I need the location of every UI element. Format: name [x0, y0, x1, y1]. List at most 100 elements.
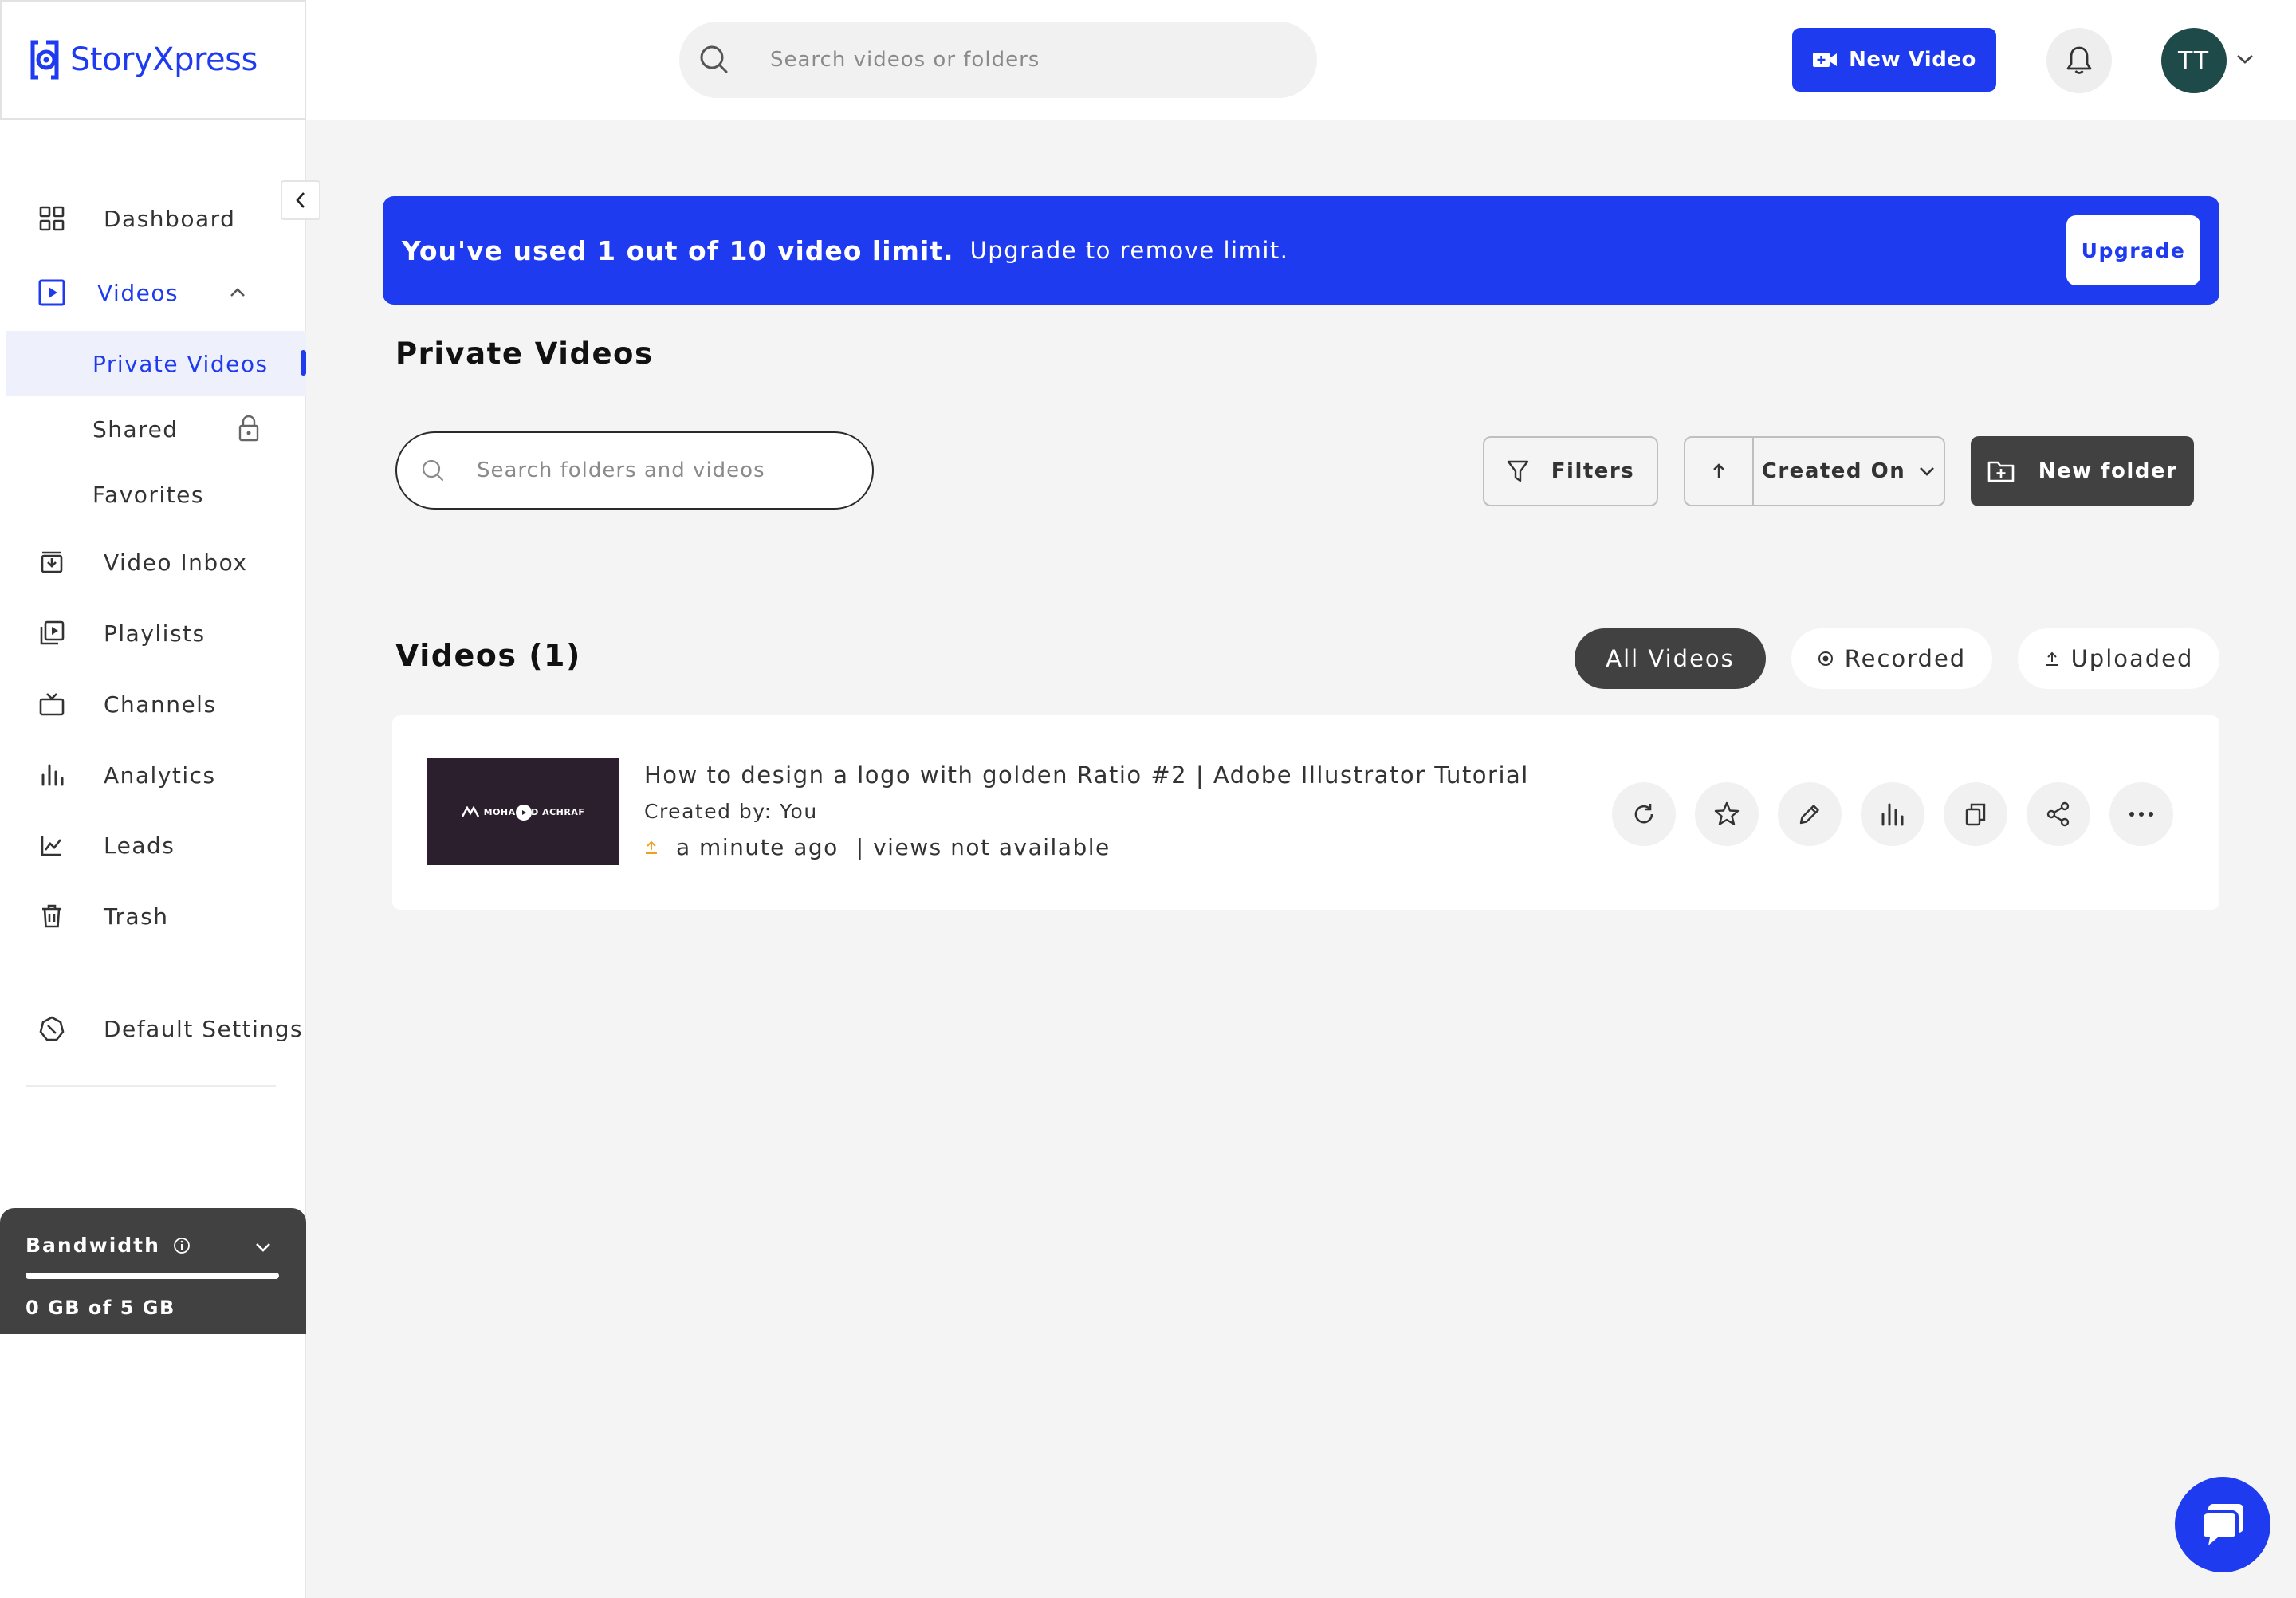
new-folder-button[interactable]: New folder	[1971, 436, 2194, 506]
video-meta: a minute ago | views not available	[644, 834, 1111, 860]
playlist-icon	[38, 620, 65, 647]
filters-button[interactable]: Filters	[1483, 436, 1658, 506]
new-video-button[interactable]: New Video	[1792, 28, 1996, 92]
star-icon	[1714, 801, 1740, 825]
sort-control: Created On	[1684, 436, 1945, 506]
share-icon	[2046, 801, 2070, 827]
bandwidth-title: Bandwidth	[26, 1234, 160, 1257]
duplicate-button[interactable]	[1944, 782, 2007, 846]
play-icon[interactable]	[516, 805, 532, 821]
analytics-bars-icon	[1881, 803, 1904, 826]
sort-direction-button[interactable]	[1685, 438, 1754, 505]
chevron-up-icon[interactable]	[228, 286, 247, 299]
storyxpress-logo-icon	[30, 40, 59, 80]
tab-label: All Videos	[1606, 645, 1735, 672]
notifications-button[interactable]	[2046, 28, 2112, 93]
sidebar: Dashboard Videos Private Videos Shared F…	[0, 120, 306, 1598]
arrow-up-icon	[1713, 463, 1724, 478]
sidebar-item-label: Playlists	[104, 620, 206, 647]
more-options-button[interactable]	[2109, 782, 2173, 846]
chevron-left-icon	[296, 192, 305, 208]
bandwidth-chevron-down-icon[interactable]	[254, 1240, 273, 1254]
bandwidth-panel: Bandwidth 0 GB of 5 GB	[0, 1208, 306, 1334]
sidebar-subitem-shared[interactable]: Shared	[6, 396, 306, 462]
copy-icon	[1965, 803, 1986, 826]
sidebar-item-trash[interactable]: Trash	[0, 891, 306, 942]
sidebar-item-analytics[interactable]: Analytics	[0, 750, 306, 801]
sidebar-subitem-private-videos[interactable]: Private Videos	[6, 331, 306, 396]
collapse-sidebar-button[interactable]	[281, 180, 320, 220]
chat-support-button[interactable]	[2175, 1477, 2270, 1572]
sort-field-dropdown[interactable]: Created On	[1754, 438, 1944, 505]
inbox-icon	[38, 549, 65, 576]
dashboard-grid-icon	[38, 205, 65, 232]
global-search-placeholder: Search videos or folders	[770, 48, 1040, 72]
sidebar-item-dashboard[interactable]: Dashboard	[0, 193, 306, 244]
uploaded-indicator-icon	[646, 840, 657, 854]
settings-badge-icon	[38, 1015, 65, 1042]
chat-bubble-icon	[2200, 1504, 2243, 1545]
sidebar-subitem-label: Private Videos	[92, 350, 269, 377]
chevron-down-icon	[1920, 467, 1935, 476]
favorite-button[interactable]	[1695, 782, 1759, 846]
refresh-button[interactable]	[1612, 782, 1676, 846]
info-icon[interactable]	[173, 1237, 191, 1254]
logo-text: StoryXpress	[70, 41, 258, 78]
record-icon	[1818, 651, 1833, 666]
tv-icon	[38, 691, 65, 718]
video-camera-plus-icon	[1813, 53, 1838, 67]
share-button[interactable]	[2027, 782, 2090, 846]
sidebar-item-label: Analytics	[104, 762, 216, 789]
lock-icon	[238, 415, 259, 442]
chevron-down-icon[interactable]	[2235, 51, 2255, 67]
sidebar-item-label: Channels	[104, 691, 217, 718]
video-views: | views not available	[855, 834, 1111, 860]
banner-limit-text: You've used 1 out of 10 video limit.	[402, 234, 954, 266]
sidebar-subitem-label: Shared	[92, 415, 179, 443]
tab-uploaded[interactable]: Uploaded	[2018, 628, 2219, 689]
trash-icon	[38, 903, 65, 930]
tab-label: Uploaded	[2070, 645, 2194, 672]
upload-icon	[2046, 651, 2058, 666]
videos-section-title: Videos (1)	[395, 638, 581, 673]
thumbnail-logo-mark	[461, 806, 479, 817]
refresh-icon	[1634, 804, 1653, 824]
tab-recorded[interactable]: Recorded	[1791, 628, 1992, 689]
tab-all-videos[interactable]: All Videos	[1575, 628, 1766, 689]
new-folder-label: New folder	[2038, 459, 2178, 483]
edit-pencil-icon	[1799, 805, 1819, 825]
bandwidth-usage: 0 GB of 5 GB	[26, 1297, 175, 1319]
sidebar-item-label: Trash	[104, 903, 169, 930]
video-list-item[interactable]: MOHAMED ACHRAF How to design a logo with…	[392, 715, 2219, 910]
sidebar-subitem-favorites[interactable]: Favorites	[6, 462, 306, 527]
video-analytics-button[interactable]	[1861, 782, 1924, 846]
new-video-label: New Video	[1849, 48, 1976, 72]
filter-funnel-icon	[1507, 460, 1528, 482]
edit-button[interactable]	[1778, 782, 1842, 846]
sidebar-item-playlists[interactable]: Playlists	[0, 608, 306, 659]
sidebar-item-label: Dashboard	[104, 205, 236, 232]
sidebar-item-label: Leads	[104, 832, 175, 859]
sidebar-item-default-settings[interactable]: Default Settings	[0, 1003, 306, 1054]
folder-plus-icon	[1987, 461, 2014, 482]
top-bar: StoryXpress Search videos or folders New…	[0, 0, 2296, 120]
video-thumbnail[interactable]: MOHAMED ACHRAF	[427, 758, 619, 865]
sidebar-item-label: Default Settings	[104, 1015, 304, 1042]
sidebar-item-label: Video Inbox	[104, 549, 248, 576]
video-play-icon	[38, 279, 65, 306]
bar-chart-icon	[38, 762, 65, 789]
bandwidth-progress-bar	[26, 1273, 279, 1279]
logo[interactable]: StoryXpress	[0, 0, 306, 120]
search-icon	[422, 459, 444, 482]
more-dots-icon	[2129, 812, 2153, 817]
sidebar-item-video-inbox[interactable]: Video Inbox	[0, 537, 306, 588]
global-search-input[interactable]: Search videos or folders	[679, 22, 1317, 98]
sidebar-item-leads[interactable]: Leads	[0, 820, 306, 871]
video-title[interactable]: How to design a logo with golden Ratio #…	[644, 762, 1529, 789]
sidebar-item-videos[interactable]: Videos	[0, 267, 306, 318]
sidebar-item-label: Videos	[97, 279, 179, 306]
user-avatar[interactable]: TT	[2161, 28, 2227, 93]
sidebar-item-channels[interactable]: Channels	[0, 679, 306, 730]
folder-search-input[interactable]: Search folders and videos	[395, 431, 874, 510]
upgrade-button[interactable]: Upgrade	[2066, 215, 2200, 285]
